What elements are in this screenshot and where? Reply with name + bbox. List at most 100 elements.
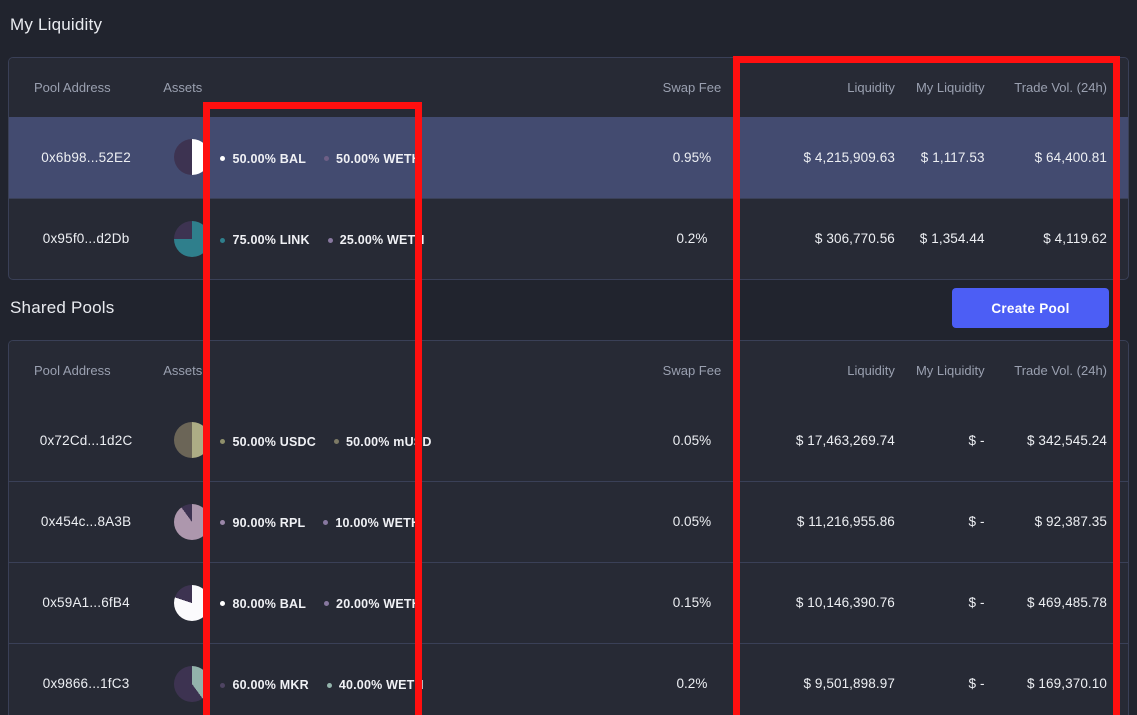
asset-weight-label: 50.00% WETH	[336, 152, 421, 166]
trade-volume-cell: $ 64,400.81	[995, 117, 1128, 198]
asset-weight-label: 50.00% USDC	[232, 435, 316, 449]
liquidity-cell: $ 17,463,269.74	[773, 400, 903, 481]
spacer-cell	[455, 562, 611, 643]
asset-color-dot-icon	[220, 439, 225, 444]
table-row[interactable]: 0x59A1...6fB480.00% BAL20.00% WETH0.15%$…	[9, 562, 1128, 643]
asset-weight-label: 25.00% WETH	[340, 233, 425, 247]
liquidity-cell: $ 11,216,955.86	[773, 481, 903, 562]
spacer-cell	[455, 117, 611, 198]
asset-weight-item: 75.00% LINK	[220, 233, 309, 247]
asset-weight-item: 20.00% WETH	[324, 597, 421, 611]
pool-weights-pie-icon	[174, 139, 210, 175]
liquidity-cell: $ 10,146,390.76	[773, 562, 903, 643]
asset-weight-label: 60.00% MKR	[232, 678, 308, 692]
shared-pools-table: Pool Address Assets Swap Fee Liquidity M…	[9, 341, 1128, 715]
column-header-my-liquidity[interactable]: My Liquidity	[903, 58, 995, 117]
asset-weight-item: 90.00% RPL	[220, 516, 305, 530]
swap-fee-cell: 0.2%	[611, 643, 772, 715]
create-pool-button[interactable]: Create Pool	[952, 288, 1109, 328]
spacer-cell	[455, 400, 611, 481]
my-liquidity-rows: 0x6b98...52E250.00% BAL50.00% WETH0.95%$…	[9, 117, 1128, 279]
column-header-swap-fee[interactable]: Swap Fee	[611, 341, 772, 400]
liquidity-cell: $ 9,501,898.97	[773, 643, 903, 715]
pool-dashboard: My Liquidity Pool Address Assets Swap Fe…	[0, 0, 1137, 715]
column-header-assets[interactable]: Assets	[163, 341, 455, 400]
column-header-liquidity[interactable]: Liquidity	[773, 341, 903, 400]
column-header-liquidity[interactable]: Liquidity	[773, 58, 903, 117]
column-header-spacer	[455, 58, 611, 117]
trade-volume-cell: $ 92,387.35	[995, 481, 1128, 562]
pool-address-cell[interactable]: 0x72Cd...1d2C	[9, 400, 163, 481]
column-header-pool-address[interactable]: Pool Address	[9, 58, 163, 117]
column-header-trade-volume[interactable]: Trade Vol. (24h)	[995, 58, 1128, 117]
assets-cell: 50.00% BAL 50.00% WETH	[220, 117, 454, 198]
pool-address-cell[interactable]: 0x9866...1fC3	[9, 643, 163, 715]
my-liquidity-title: My Liquidity	[10, 15, 102, 35]
asset-color-dot-icon	[220, 601, 225, 606]
column-header-pool-address[interactable]: Pool Address	[9, 341, 163, 400]
table-row[interactable]: 0x454c...8A3B90.00% RPL10.00% WETH0.05%$…	[9, 481, 1128, 562]
pie-chart-cell	[163, 481, 220, 562]
column-header-trade-volume[interactable]: Trade Vol. (24h)	[995, 341, 1128, 400]
swap-fee-cell: 0.95%	[611, 117, 772, 198]
asset-weight-label: 20.00% WETH	[336, 597, 421, 611]
pie-chart-cell	[163, 198, 220, 279]
asset-weight-label: 40.00% WETH	[339, 678, 424, 692]
my-liquidity-table: Pool Address Assets Swap Fee Liquidity M…	[9, 58, 1128, 279]
asset-weight-item: 50.00% BAL	[220, 152, 306, 166]
asset-weight-item: 25.00% WETH	[328, 233, 425, 247]
pool-weights-pie-icon	[174, 422, 210, 458]
asset-weight-label: 80.00% BAL	[232, 597, 306, 611]
table-row[interactable]: 0x95f0...d2Db75.00% LINK25.00% WETH0.2%$…	[9, 198, 1128, 279]
my-liquidity-cell: $ -	[903, 562, 995, 643]
asset-color-dot-icon	[220, 238, 225, 243]
column-header-swap-fee[interactable]: Swap Fee	[611, 58, 772, 117]
assets-cell: 75.00% LINK 25.00% WETH	[220, 198, 454, 279]
column-header-my-liquidity[interactable]: My Liquidity	[903, 341, 995, 400]
my-liquidity-cell: $ -	[903, 481, 995, 562]
assets-cell: 80.00% BAL 20.00% WETH	[220, 562, 454, 643]
asset-weight-item: 50.00% mUSD	[334, 435, 432, 449]
spacer-cell	[455, 643, 611, 715]
column-header-spacer	[455, 341, 611, 400]
asset-weight-item: 40.00% WETH	[327, 678, 424, 692]
asset-weight-item: 50.00% WETH	[324, 152, 421, 166]
swap-fee-cell: 0.2%	[611, 198, 772, 279]
asset-color-dot-icon	[220, 683, 225, 688]
pool-address-cell[interactable]: 0x6b98...52E2	[9, 117, 163, 198]
table-row[interactable]: 0x9866...1fC360.00% MKR40.00% WETH0.2%$ …	[9, 643, 1128, 715]
pool-weights-pie-icon	[174, 221, 210, 257]
my-liquidity-cell: $ -	[903, 400, 995, 481]
swap-fee-cell: 0.15%	[611, 562, 772, 643]
asset-weight-item: 10.00% WETH	[323, 516, 420, 530]
asset-color-dot-icon	[220, 520, 225, 525]
assets-cell: 90.00% RPL 10.00% WETH	[220, 481, 454, 562]
liquidity-cell: $ 4,215,909.63	[773, 117, 903, 198]
spacer-cell	[455, 481, 611, 562]
my-liquidity-cell: $ 1,117.53	[903, 117, 995, 198]
asset-weight-item: 50.00% USDC	[220, 435, 316, 449]
asset-weight-label: 90.00% RPL	[232, 516, 305, 530]
my-liquidity-table-card: Pool Address Assets Swap Fee Liquidity M…	[8, 57, 1129, 280]
pie-chart-cell	[163, 643, 220, 715]
assets-cell: 50.00% USDC 50.00% mUSD	[220, 400, 454, 481]
asset-weight-label: 75.00% LINK	[232, 233, 309, 247]
column-header-assets[interactable]: Assets	[163, 58, 455, 117]
asset-color-dot-icon	[328, 238, 333, 243]
trade-volume-cell: $ 169,370.10	[995, 643, 1128, 715]
asset-weight-label: 10.00% WETH	[335, 516, 420, 530]
shared-pools-rows: 0x72Cd...1d2C 50.00% USDC 50.00% mUSD 0.05%…	[9, 400, 1128, 715]
pool-address-cell[interactable]: 0x454c...8A3B	[9, 481, 163, 562]
pool-address-cell[interactable]: 0x59A1...6fB4	[9, 562, 163, 643]
my-liquidity-cell: $ 1,354.44	[903, 198, 995, 279]
assets-cell: 60.00% MKR 40.00% WETH	[220, 643, 454, 715]
asset-weight-label: 50.00% mUSD	[346, 435, 432, 449]
pool-address-cell[interactable]: 0x95f0...d2Db	[9, 198, 163, 279]
table-row[interactable]: 0x72Cd...1d2C 50.00% USDC 50.00% mUSD 0.05%…	[9, 400, 1128, 481]
liquidity-cell: $ 306,770.56	[773, 198, 903, 279]
table-row[interactable]: 0x6b98...52E250.00% BAL50.00% WETH0.95%$…	[9, 117, 1128, 198]
trade-volume-cell: $ 4,119.62	[995, 198, 1128, 279]
shared-pools-title: Shared Pools	[10, 298, 114, 318]
swap-fee-cell: 0.05%	[611, 400, 772, 481]
asset-color-dot-icon	[327, 683, 332, 688]
